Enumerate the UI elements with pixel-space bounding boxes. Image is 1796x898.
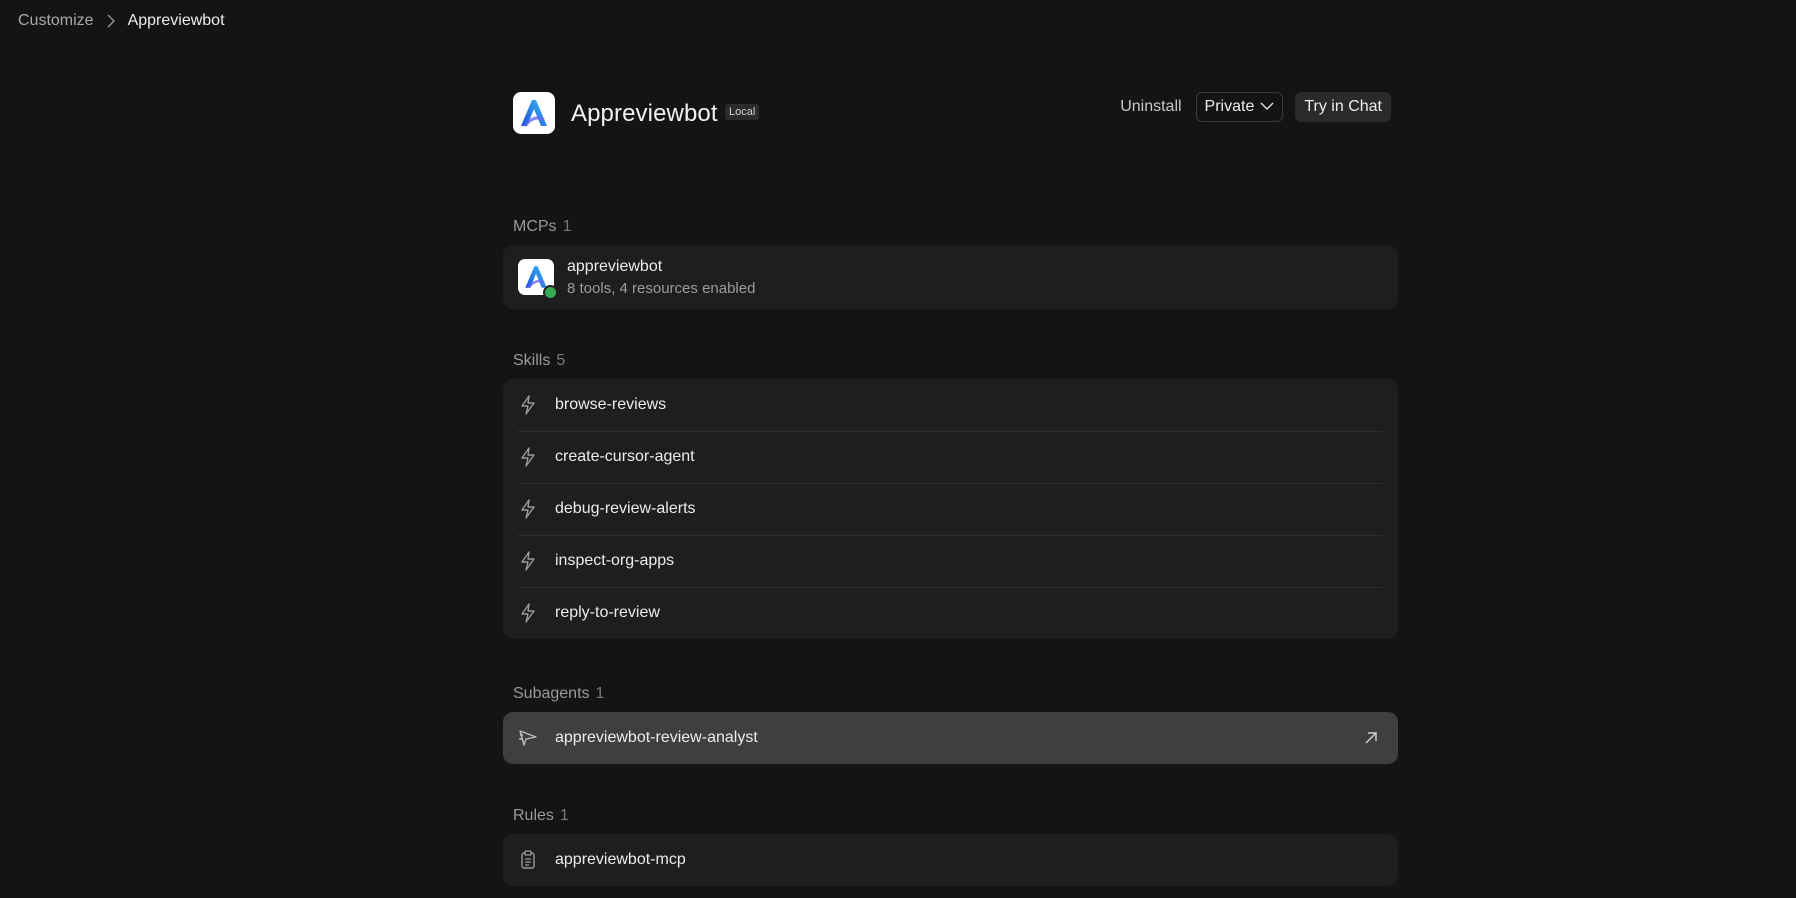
chevron-right-icon: [104, 14, 118, 28]
subagents-section-title: Subagents 1: [513, 685, 604, 703]
external-link-arrow-icon[interactable]: [1362, 729, 1380, 747]
mcp-name: appreviewbot: [567, 258, 663, 275]
rule-label: appreviewbot-mcp: [555, 851, 686, 868]
lightning-icon: [518, 499, 538, 519]
lightning-icon: [518, 395, 538, 415]
rules-count: 1: [559, 807, 569, 824]
skill-item-inspect-org-apps[interactable]: inspect-org-apps: [503, 535, 1398, 587]
subagents-title: Subagents: [513, 685, 590, 702]
lightning-icon: [518, 447, 538, 467]
subagent-label: appreviewbot-review-analyst: [555, 729, 758, 746]
skills-count: 5: [556, 352, 566, 369]
local-badge: Local: [725, 104, 760, 120]
chevron-down-icon: [1260, 98, 1274, 116]
subagents-count: 1: [595, 685, 605, 702]
mcps-section-title: MCPs 1: [513, 218, 571, 236]
breadcrumb-current: Appreviewbot: [127, 12, 225, 29]
skill-item-browse-reviews[interactable]: browse-reviews: [503, 379, 1398, 431]
skills-title: Skills: [513, 352, 551, 369]
uninstall-button[interactable]: Uninstall: [1118, 92, 1183, 122]
skill-label: create-cursor-agent: [555, 448, 695, 465]
skill-label: inspect-org-apps: [555, 552, 675, 569]
mcps-count: 1: [562, 218, 572, 235]
rules-card: appreviewbot-mcp: [503, 834, 1398, 886]
visibility-dropdown[interactable]: Private: [1195, 92, 1284, 122]
status-online-indicator: [543, 285, 558, 300]
send-icon: [518, 728, 538, 748]
skills-card: browse-reviews create-cursor-agent debug…: [503, 379, 1398, 639]
rule-item-appreviewbot-mcp[interactable]: appreviewbot-mcp: [503, 834, 1398, 886]
plugin-header: Appreviewbot Local Uninstall Private Try…: [513, 92, 1391, 136]
clipboard-icon: [518, 850, 538, 870]
subagent-item-appreviewbot-review-analyst[interactable]: appreviewbot-review-analyst: [503, 712, 1398, 764]
mcps-title: MCPs: [513, 218, 557, 235]
visibility-value: Private: [1204, 98, 1255, 115]
subagents-card: appreviewbot-review-analyst: [503, 712, 1398, 764]
try-in-chat-button[interactable]: Try in Chat: [1295, 92, 1391, 122]
skill-item-debug-review-alerts[interactable]: debug-review-alerts: [503, 483, 1398, 535]
header-actions: Uninstall Private Try in Chat: [1118, 92, 1391, 122]
skill-label: browse-reviews: [555, 396, 667, 413]
skill-item-create-cursor-agent[interactable]: create-cursor-agent: [503, 431, 1398, 483]
skill-label: debug-review-alerts: [555, 500, 696, 517]
appreviewbot-logo-icon: [513, 92, 555, 134]
lightning-icon: [518, 551, 538, 571]
mcps-card: appreviewbot 8 tools, 4 resources enable…: [503, 245, 1398, 309]
skills-section-title: Skills 5: [513, 352, 565, 370]
mcp-item[interactable]: appreviewbot 8 tools, 4 resources enable…: [503, 245, 1398, 309]
lightning-icon: [518, 603, 538, 623]
breadcrumb-customize-link[interactable]: Customize: [18, 12, 94, 30]
skill-label: reply-to-review: [555, 604, 660, 621]
rules-title: Rules: [513, 807, 554, 824]
page-title: Appreviewbot: [571, 100, 718, 127]
skill-item-reply-to-review[interactable]: reply-to-review: [503, 587, 1398, 639]
rules-section-title: Rules 1: [513, 807, 569, 825]
mcp-subtitle: 8 tools, 4 resources enabled: [567, 280, 756, 297]
breadcrumb: Customize Appreviewbot: [18, 12, 225, 30]
